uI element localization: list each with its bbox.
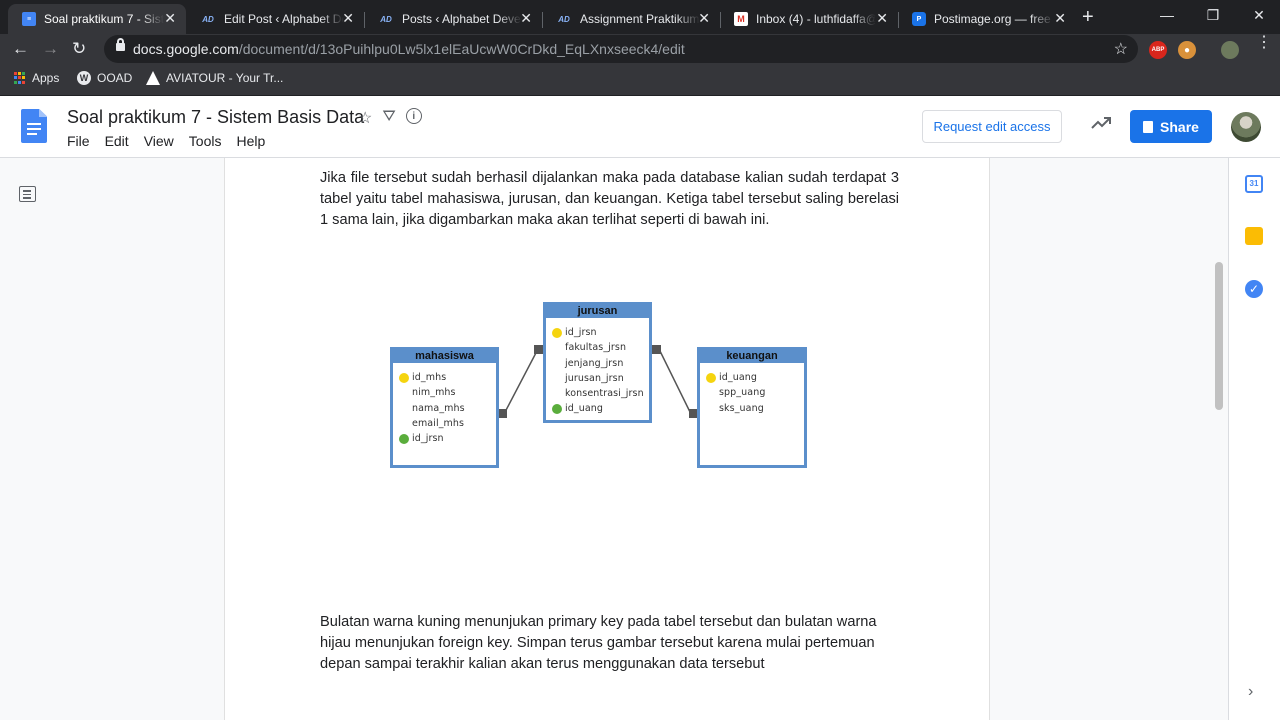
field-row: jurusan_jrsn [565, 372, 624, 384]
table-name: keuangan [700, 350, 804, 363]
relationship-endpoint [498, 409, 507, 418]
field-row: id_uang [546, 401, 649, 416]
relationship-line [658, 348, 692, 415]
field-row: id_jrsn [393, 431, 496, 446]
primary-key-dot [399, 373, 409, 383]
table-keuangan[interactable]: keuangan id_uang spp_uang sks_uang [697, 347, 807, 468]
field-row: email_mhs [412, 417, 465, 429]
field-row: sks_uang [719, 402, 764, 414]
er-diagram: mahasiswa id_mhs nim_mhs nama_mhs email_… [0, 0, 1280, 720]
primary-key-dot [706, 373, 716, 383]
chevron-right-icon[interactable]: › [1248, 683, 1253, 701]
foreign-key-dot [399, 434, 409, 445]
table-mahasiswa[interactable]: mahasiswa id_mhs nim_mhs nama_mhs email_… [390, 347, 499, 468]
table-name: jurusan [546, 305, 649, 318]
relationship-line [503, 348, 539, 415]
field-row: jenjang_jrsn [565, 357, 624, 369]
vertical-scrollbar[interactable] [1215, 262, 1223, 410]
field-row: nama_mhs [412, 402, 465, 414]
table-name: mahasiswa [393, 350, 496, 363]
table-jurusan[interactable]: jurusan id_jrsn fakultas_jrsn jenjang_jr… [543, 302, 652, 423]
relationship-endpoint [651, 345, 661, 354]
field-row: id_mhs [393, 370, 496, 385]
foreign-key-dot [552, 404, 562, 415]
field-row: fakultas_jrsn [565, 342, 627, 354]
field-row: id_jrsn [546, 325, 649, 340]
field-row: spp_uang [719, 387, 766, 399]
field-row: nim_mhs [412, 387, 456, 399]
keep-icon[interactable] [1245, 227, 1263, 245]
tasks-icon[interactable]: ✓ [1245, 280, 1263, 298]
field-row: id_uang [700, 370, 804, 385]
primary-key-dot [552, 328, 562, 338]
calendar-icon[interactable]: 31 [1245, 175, 1263, 193]
field-row: konsentrasi_jrsn [565, 388, 644, 400]
